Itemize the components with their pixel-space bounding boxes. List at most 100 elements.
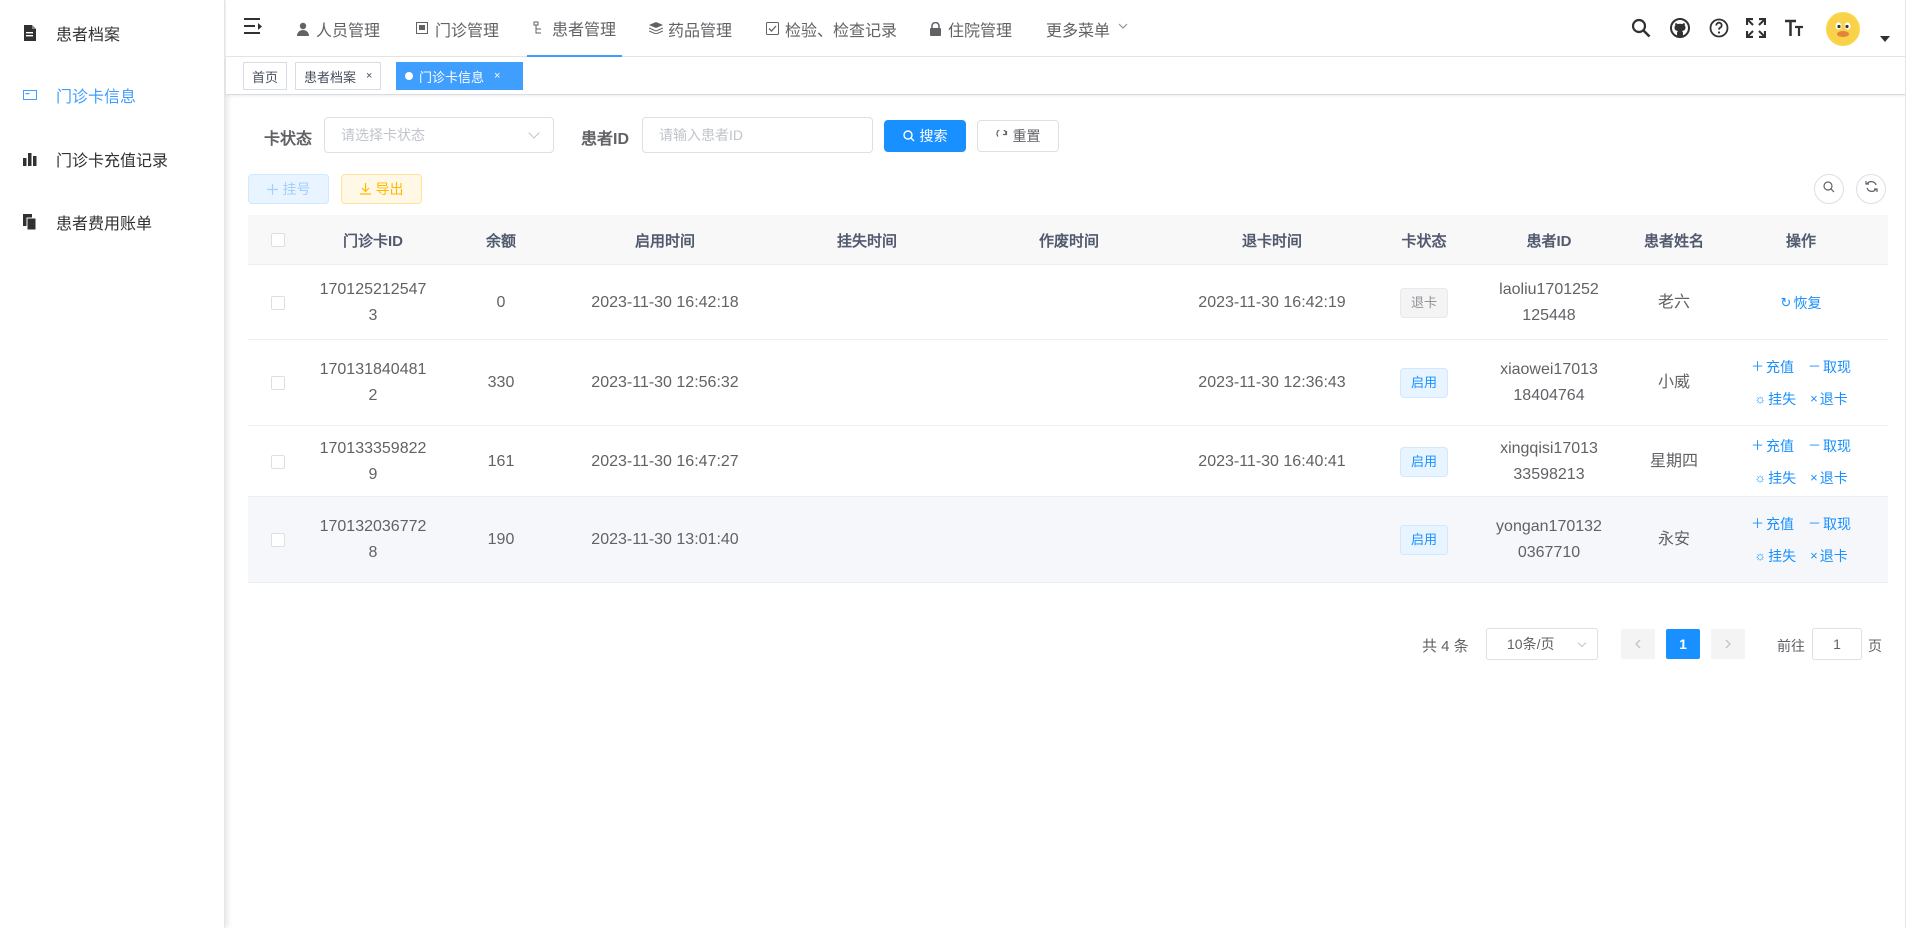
caret-down-icon[interactable] bbox=[1880, 36, 1890, 42]
clinic-icon bbox=[416, 21, 430, 36]
patient-id-input[interactable] bbox=[642, 117, 873, 153]
page-size-select[interactable]: 10条/页 bbox=[1486, 628, 1598, 660]
search-icon bbox=[1823, 180, 1835, 198]
select-all-checkbox[interactable] bbox=[271, 233, 285, 247]
github-icon[interactable] bbox=[1669, 17, 1691, 39]
refund-card-label: 退卡 bbox=[1819, 469, 1848, 486]
refund-card-button[interactable]: × 退卡 bbox=[1810, 465, 1848, 491]
refund-time-cell bbox=[1170, 497, 1374, 583]
topmenu-staff[interactable]: 人员管理 bbox=[297, 0, 380, 57]
report-lost-button[interactable]: ☼ 挂失 bbox=[1754, 386, 1796, 412]
refund-time-cell: 2023-11-30 16:40:41 bbox=[1198, 452, 1346, 470]
balance-cell: 190 bbox=[487, 531, 515, 548]
actions-cell: ＋充值 －取现 ☼ 挂失 × 退卡 bbox=[1724, 426, 1878, 497]
enable-time-cell: 2023-11-30 16:47:27 bbox=[591, 452, 739, 470]
tag-home[interactable]: 首页 bbox=[243, 62, 288, 90]
row-checkbox[interactable] bbox=[271, 376, 285, 390]
search-icon[interactable] bbox=[1630, 17, 1652, 39]
next-page-button[interactable] bbox=[1711, 629, 1745, 659]
topmenu-inpatient[interactable]: 住院管理 bbox=[929, 0, 1012, 57]
card-status-select[interactable] bbox=[324, 117, 554, 153]
actions-cell: ↻ 恢复 bbox=[1724, 265, 1878, 340]
card-id-cell: 170125212547 3 bbox=[308, 265, 438, 340]
card-id-line: 170132036772 bbox=[319, 518, 427, 535]
fullscreen-icon[interactable] bbox=[1745, 17, 1767, 39]
document-icon bbox=[22, 25, 38, 41]
refund-time-cell: 2023-11-30 16:42:19 bbox=[1198, 293, 1346, 311]
sun-icon: ☼ bbox=[1754, 548, 1767, 563]
tag-patient-records[interactable]: 患者档案 × bbox=[295, 62, 382, 90]
column-header: 门诊卡ID bbox=[342, 232, 403, 250]
reset-button[interactable]: 重置 bbox=[977, 120, 1059, 152]
page-number-active[interactable]: 1 bbox=[1666, 629, 1700, 659]
patient-name-cell: 老六 bbox=[1657, 293, 1690, 311]
search-icon bbox=[902, 130, 915, 142]
hamburger-icon[interactable] bbox=[244, 17, 264, 37]
topmenu-medicine[interactable]: 药品管理 bbox=[649, 0, 732, 57]
sidebar-item-clinic-card[interactable]: 门诊卡信息 bbox=[0, 67, 225, 123]
enable-time-cell: 2023-11-30 16:42:18 bbox=[591, 293, 739, 311]
layers-icon bbox=[649, 21, 663, 36]
font-size-icon[interactable] bbox=[1783, 17, 1805, 39]
row-select-cell bbox=[248, 340, 308, 426]
tag-label: 患者档案 bbox=[304, 69, 357, 85]
minus-icon: － bbox=[1808, 359, 1822, 374]
topmenu-clinic[interactable]: 门诊管理 bbox=[416, 0, 499, 57]
refund-card-button[interactable]: × 退卡 bbox=[1810, 543, 1848, 569]
table-row: 170131840481 2 330 2023-11-30 12:56:32 20… bbox=[248, 340, 1888, 426]
topmenu-patient[interactable]: 患者管理 bbox=[527, 0, 623, 57]
report-lost-button[interactable]: ☼ 挂失 bbox=[1754, 465, 1796, 491]
status-badge: 退卡 bbox=[1399, 287, 1448, 318]
plus-icon: ＋ bbox=[1750, 516, 1764, 531]
help-icon[interactable] bbox=[1708, 17, 1730, 39]
register-button[interactable]: 挂号 bbox=[248, 174, 329, 204]
sidebar-item-patient-records[interactable]: 患者档案 bbox=[0, 5, 225, 61]
table-row: 170133359822 9 161 2023-11-30 16:47:27 20… bbox=[248, 426, 1888, 497]
export-button[interactable]: 导出 bbox=[341, 174, 422, 204]
void-time-cell bbox=[968, 340, 1170, 426]
status-badge: 启用 bbox=[1399, 525, 1448, 555]
chevron-down-icon bbox=[1577, 638, 1587, 648]
recharge-label: 充值 bbox=[1766, 359, 1794, 375]
toggle-search-button[interactable] bbox=[1814, 174, 1844, 204]
refund-time-cell: 2023-11-30 12:36:43 bbox=[1198, 374, 1346, 391]
column-header: 挂失时间 bbox=[836, 232, 897, 250]
close-icon: × bbox=[1810, 548, 1818, 563]
report-lost-button[interactable]: ☼ 挂失 bbox=[1754, 543, 1796, 569]
row-checkbox[interactable] bbox=[271, 454, 285, 469]
avatar[interactable] bbox=[1826, 12, 1860, 46]
withdraw-button[interactable]: －取现 bbox=[1808, 433, 1851, 459]
close-icon[interactable]: × bbox=[494, 70, 500, 82]
withdraw-button[interactable]: －取现 bbox=[1808, 511, 1851, 537]
row-checkbox[interactable] bbox=[271, 533, 285, 547]
sidebar-item-patient-bills[interactable]: 患者费用账单 bbox=[0, 194, 225, 250]
checkbox-icon bbox=[766, 21, 780, 36]
search-button[interactable]: 搜索 bbox=[884, 120, 966, 152]
chevron-right-icon bbox=[1724, 636, 1732, 652]
sidebar-item-recharge-records[interactable]: 门诊卡充值记录 bbox=[0, 131, 225, 187]
user-icon bbox=[297, 22, 311, 36]
withdraw-button[interactable]: －取现 bbox=[1808, 354, 1851, 380]
lost-time-cell bbox=[766, 340, 968, 426]
recharge-button[interactable]: ＋充值 bbox=[1751, 511, 1794, 537]
bill-icon bbox=[22, 214, 38, 230]
row-checkbox[interactable] bbox=[271, 295, 285, 310]
topmenu-label: 门诊管理 bbox=[435, 22, 500, 40]
goto-label: 前往 bbox=[1777, 638, 1805, 654]
void-time-cell bbox=[968, 426, 1170, 497]
table-row: 170125212547 3 0 2023-11-30 16:42:18 2023… bbox=[248, 265, 1888, 340]
goto-page-input[interactable] bbox=[1812, 628, 1862, 660]
card-id-line: 170131840481 bbox=[319, 361, 427, 378]
restore-button[interactable]: ↻ 恢复 bbox=[1781, 290, 1822, 316]
chevron-down-icon bbox=[1118, 22, 1132, 36]
close-icon[interactable]: × bbox=[366, 70, 372, 82]
pagination-total: 共 4 条 bbox=[1422, 638, 1469, 655]
refresh-table-button[interactable] bbox=[1856, 174, 1886, 204]
tag-clinic-card[interactable]: 门诊卡信息 × bbox=[396, 62, 523, 90]
recharge-button[interactable]: ＋充值 bbox=[1751, 354, 1794, 380]
refund-card-button[interactable]: × 退卡 bbox=[1810, 386, 1848, 412]
topmenu-more[interactable]: 更多菜单 bbox=[1046, 0, 1132, 57]
prev-page-button[interactable] bbox=[1621, 629, 1655, 659]
topmenu-examinations[interactable]: 检验、检查记录 bbox=[766, 0, 897, 57]
recharge-button[interactable]: ＋充值 bbox=[1751, 433, 1794, 459]
